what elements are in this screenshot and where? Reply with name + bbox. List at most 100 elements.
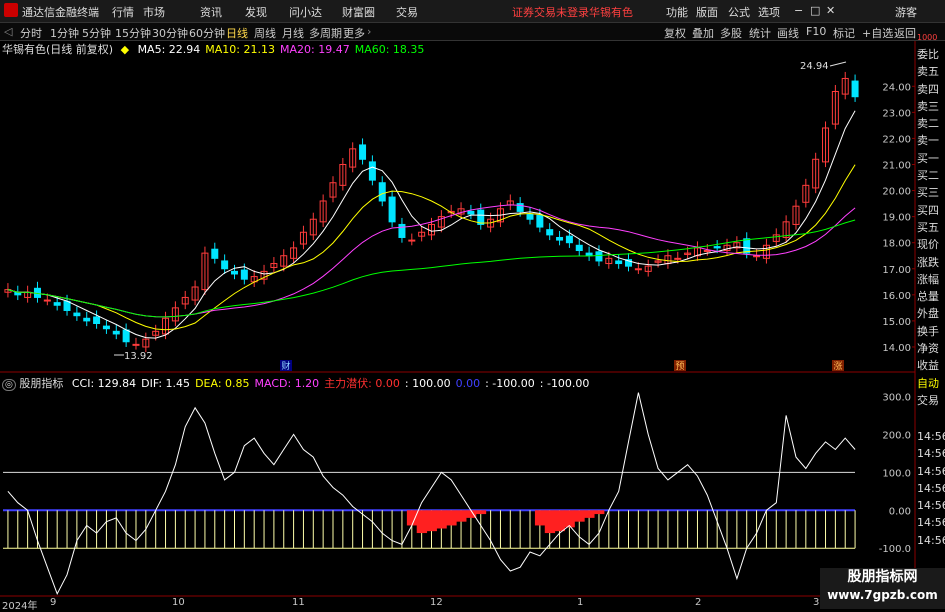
right-top-label: 1000 — [917, 33, 938, 42]
time-label-0: 2024年 — [2, 601, 38, 612]
time-label-7: 3 — [813, 597, 820, 608]
candle-body — [703, 250, 711, 253]
time-label-6: 2 — [695, 597, 702, 608]
candle-body — [526, 213, 534, 220]
time-label-4: 12 — [430, 597, 443, 608]
candle-body — [132, 343, 140, 346]
right-item-13: 涨幅 — [917, 272, 939, 286]
candle-body — [556, 236, 564, 241]
sub-label-4: 主力潜伏: 0.00 — [324, 377, 400, 390]
sub-label-0: CCI: 129.84 — [71, 377, 137, 390]
price-tick-label: 23.00 — [882, 108, 911, 119]
sub-title: 股朋指标 — [19, 377, 64, 390]
main-force-bar — [406, 510, 418, 526]
main-force-bar — [554, 510, 565, 532]
candle-body — [240, 269, 248, 280]
collapse-icon[interactable]: ◎ — [2, 379, 16, 391]
price-tick-label: 16.00 — [882, 291, 911, 302]
sub-tick-label: 100.0 — [882, 468, 911, 479]
price-tick-label: 24.00 — [882, 82, 911, 93]
ma20-line — [7, 204, 856, 318]
candle-body — [615, 260, 623, 265]
main-force-bar — [544, 510, 556, 534]
right-item-6: 买一 — [917, 151, 939, 165]
candle-body — [546, 229, 554, 236]
right-time-2: 14:56 — [917, 464, 945, 478]
time-label-5: 1 — [577, 597, 584, 608]
price-tick-label: 20.00 — [882, 187, 911, 198]
candle-body — [388, 196, 396, 223]
candle-body — [713, 246, 721, 249]
watermark-logo: 股朋指标网 www.7gpzb.com — [820, 568, 945, 609]
price-tick-label: 14.00 — [882, 343, 911, 354]
candle-body — [211, 248, 219, 259]
high-pointer — [829, 61, 847, 67]
candle-body — [595, 251, 603, 262]
event-marker: 涨 — [833, 361, 842, 372]
main-force-bar — [534, 510, 546, 526]
sub-label-6: 0.00 — [455, 377, 481, 390]
right-panel: 委比 卖五 卖四 卖三 卖二 卖一 买一 买二 买三 买四 买五 现价 涨跌 涨幅 总量 外盘 换手 净资 收益 自动… — [917, 46, 945, 409]
candle-body — [674, 257, 682, 260]
candle-body — [516, 203, 524, 212]
main-force-bar — [456, 510, 467, 522]
sub-tick-label: 300.0 — [882, 392, 911, 403]
right-item-19[interactable]: 自动 — [917, 375, 945, 392]
right-item-15: 外盘 — [917, 307, 939, 321]
price-tick-label: 15.00 — [882, 317, 911, 328]
right-time-4: 14:56 — [917, 499, 945, 513]
candle-body — [63, 300, 71, 311]
sub-label-3: MACD: 1.20 — [254, 377, 320, 390]
sub-tick-label: 200.0 — [882, 430, 911, 441]
candle-body — [851, 80, 859, 98]
sub-tick-label: 0.00 — [889, 506, 911, 517]
candle-body — [73, 312, 81, 317]
right-item-14: 总量 — [917, 290, 939, 304]
right-item-17: 净资 — [917, 342, 939, 356]
right-item-5: 卖一 — [917, 134, 939, 148]
sub-tick-label: -100.0 — [879, 544, 911, 555]
sub-legend-items: CCI: 129.84 DIF: 1.45 DEA: 0.85 MACD: 1.20 主… — [67, 377, 590, 390]
price-tick-label: 18.00 — [882, 239, 911, 250]
candle-body — [536, 214, 544, 228]
main-force-bar — [475, 510, 487, 515]
candle-body — [634, 268, 642, 271]
right-item-16: 换手 — [917, 324, 939, 338]
chart-canvas: 24.00 23.00 22.00 21.00 20.00 19.00 18.00 17.00… — [0, 41, 916, 597]
candle-body — [102, 325, 110, 330]
sub-label-7: : -100.00 — [485, 377, 535, 390]
main-force-bar — [584, 510, 595, 518]
time-label-2: 10 — [172, 597, 185, 608]
candle-body — [230, 270, 238, 275]
event-marker: 财 — [281, 360, 290, 372]
candle-body — [585, 252, 593, 257]
time-axis: 2024年 9 10 11 12 1 2 3 — [0, 597, 915, 612]
time-label-1: 9 — [50, 597, 57, 608]
candle-body — [83, 317, 91, 322]
candle-body — [398, 223, 406, 238]
ma10-line — [7, 164, 856, 331]
price-tick-label: 22.00 — [882, 134, 911, 145]
price-tick-label: 17.00 — [882, 265, 911, 276]
right-item-1: 卖五 — [917, 65, 939, 79]
right-item-9: 买四 — [917, 203, 939, 217]
sub-legend: ◎ 股朋指标 CCI: 129.84 DIF: 1.45 DEA: 0.85 MACD… — [2, 375, 589, 391]
right-time-0: 14:56 — [917, 430, 945, 443]
right-item-20[interactable]: 交易 — [917, 392, 945, 409]
main-force-bar — [426, 510, 437, 532]
high-price-label: 24.94 — [800, 61, 829, 72]
candle-body — [359, 144, 367, 160]
right-time-5: 14:56 — [917, 516, 945, 530]
candle-body — [43, 299, 51, 302]
right-item-2: 卖四 — [917, 82, 939, 96]
watermark-line2: www.7gpzb.com — [827, 588, 938, 602]
low-price-label: 13.92 — [124, 351, 153, 362]
right-item-8: 买三 — [917, 186, 939, 200]
candle-body — [565, 235, 573, 244]
candle-body — [378, 182, 386, 202]
candle-body — [467, 210, 475, 215]
main-force-bar — [436, 510, 447, 529]
event-marker: 预 — [675, 361, 684, 372]
candle-body — [575, 244, 583, 252]
right-item-0: 委比 — [917, 48, 939, 61]
